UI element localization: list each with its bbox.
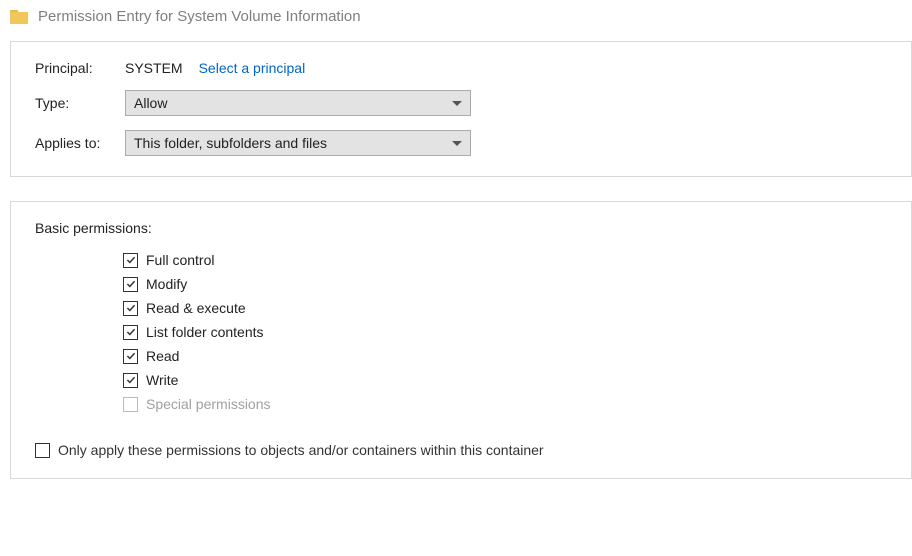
- permission-item: Special permissions: [123, 396, 887, 412]
- permission-checkbox[interactable]: [123, 373, 138, 388]
- chevron-down-icon: [452, 101, 462, 106]
- permissions-panel: Basic permissions: Full control Modify Rea…: [10, 201, 912, 479]
- principal-label: Principal:: [35, 60, 125, 76]
- chevron-down-icon: [452, 141, 462, 146]
- type-combo[interactable]: Allow: [125, 90, 471, 116]
- permission-label: Modify: [146, 276, 187, 292]
- applies-to-value: This folder, subfolders and files: [134, 135, 327, 151]
- permission-item: Modify: [123, 276, 887, 292]
- principal-row: Principal: SYSTEM Select a principal: [35, 60, 887, 76]
- select-principal-link[interactable]: Select a principal: [199, 60, 306, 76]
- permission-item: Full control: [123, 252, 887, 268]
- permission-item: Read: [123, 348, 887, 364]
- only-apply-row: Only apply these permissions to objects …: [35, 442, 887, 458]
- title-bar: Permission Entry for System Volume Infor…: [0, 0, 912, 37]
- permission-label: Full control: [146, 252, 214, 268]
- applies-to-row: Applies to: This folder, subfolders and …: [35, 130, 887, 156]
- only-apply-label: Only apply these permissions to objects …: [58, 442, 544, 458]
- principal-value: SYSTEM: [125, 60, 183, 76]
- type-value: Allow: [134, 95, 167, 111]
- permission-checkbox[interactable]: [123, 301, 138, 316]
- permission-item: Write: [123, 372, 887, 388]
- type-row: Type: Allow: [35, 90, 887, 116]
- permission-checkbox[interactable]: [123, 325, 138, 340]
- only-apply-checkbox[interactable]: [35, 443, 50, 458]
- permission-label: List folder contents: [146, 324, 264, 340]
- permission-label: Special permissions: [146, 396, 271, 412]
- applies-to-label: Applies to:: [35, 135, 125, 151]
- folder-icon: [10, 10, 28, 24]
- permission-item: List folder contents: [123, 324, 887, 340]
- permission-checkbox[interactable]: [123, 349, 138, 364]
- permission-checkbox[interactable]: [123, 277, 138, 292]
- window-title: Permission Entry for System Volume Infor…: [38, 8, 361, 25]
- principal-panel: Principal: SYSTEM Select a principal Typ…: [10, 41, 912, 177]
- permissions-list: Full control Modify Read & execute List fol…: [123, 252, 887, 412]
- type-label: Type:: [35, 95, 125, 111]
- basic-permissions-label: Basic permissions:: [35, 220, 887, 236]
- permission-label: Write: [146, 372, 178, 388]
- permission-checkbox: [123, 397, 138, 412]
- permission-checkbox[interactable]: [123, 253, 138, 268]
- permission-label: Read & execute: [146, 300, 246, 316]
- applies-to-combo[interactable]: This folder, subfolders and files: [125, 130, 471, 156]
- permission-item: Read & execute: [123, 300, 887, 316]
- permission-label: Read: [146, 348, 179, 364]
